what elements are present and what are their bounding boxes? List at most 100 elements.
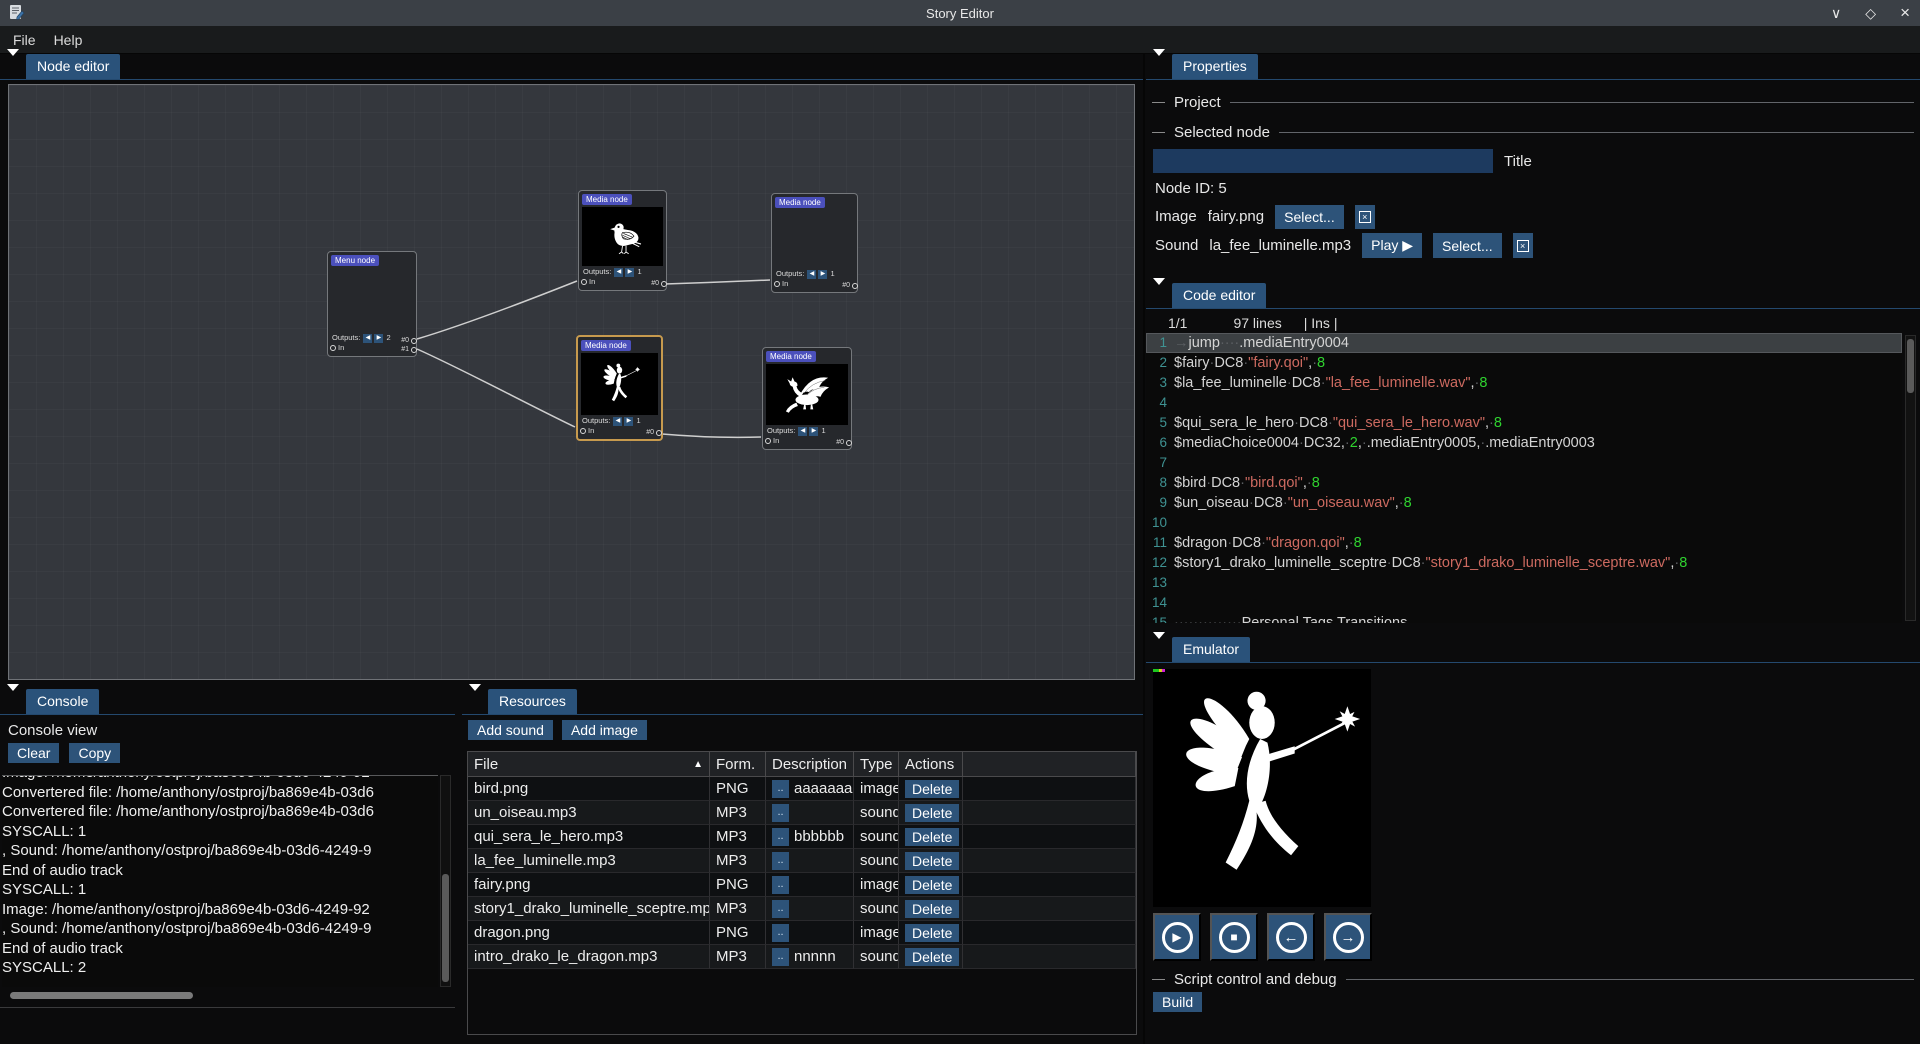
- input-port[interactable]: [765, 438, 771, 444]
- code-line[interactable]: 1→jump····.mediaEntry0004: [1146, 333, 1902, 353]
- close-icon[interactable]: ×: [1900, 3, 1910, 23]
- column-header-description[interactable]: Description: [766, 752, 854, 776]
- table-row[interactable]: un_oiseau.mp3MP3..soundDelete: [468, 801, 1136, 825]
- collapse-icon[interactable]: [1153, 285, 1166, 303]
- table-row[interactable]: fairy.pngPNG..imageDelete: [468, 873, 1136, 897]
- emulator-step-forward-button[interactable]: →: [1324, 913, 1372, 961]
- sound-clear-button[interactable]: ×: [1513, 233, 1533, 258]
- code-lines[interactable]: 1→jump····.mediaEntry00042$fairy·DC8·"fa…: [1146, 333, 1902, 623]
- collapse-icon[interactable]: [1153, 56, 1166, 74]
- output-port-0[interactable]: [852, 283, 858, 289]
- delete-button[interactable]: Delete: [905, 876, 959, 894]
- code-line[interactable]: 2$fairy·DC8·"fairy.qoi",·8: [1146, 353, 1902, 373]
- table-row[interactable]: la_fee_luminelle.mp3MP3..soundDelete: [468, 849, 1136, 873]
- description-browse-button[interactable]: ..: [772, 780, 789, 798]
- column-header-file[interactable]: File ▲: [468, 752, 710, 776]
- maximize-icon[interactable]: ◇: [1865, 5, 1876, 22]
- emulator-stop-button[interactable]: ■: [1210, 913, 1258, 961]
- table-row[interactable]: dragon.pngPNG..imageDelete: [468, 921, 1136, 945]
- code-line[interactable]: 7: [1146, 453, 1902, 473]
- console-copy-button[interactable]: Copy: [69, 743, 120, 763]
- code-scrollbar-thumb[interactable]: [1907, 339, 1914, 393]
- tab-emulator[interactable]: Emulator: [1172, 637, 1250, 662]
- media-node-empty[interactable]: Media node Outputs: ◀▶ 1 In #0: [771, 193, 858, 293]
- code-line[interactable]: 14: [1146, 593, 1902, 613]
- input-port[interactable]: [580, 428, 586, 434]
- outputs-decrement-button[interactable]: ◀: [807, 270, 816, 279]
- outputs-decrement-button[interactable]: ◀: [614, 268, 623, 277]
- output-port-0[interactable]: [656, 430, 662, 436]
- description-browse-button[interactable]: ..: [772, 924, 789, 942]
- menu-node[interactable]: Menu node Outputs: ◀▶ 2 In #0 #1: [327, 251, 417, 357]
- menu-file[interactable]: File: [4, 29, 45, 51]
- code-line[interactable]: 4: [1146, 393, 1902, 413]
- sound-play-button[interactable]: Play ▶: [1362, 233, 1422, 258]
- code-line[interactable]: 3$la_fee_luminelle·DC8·"la_fee_luminelle…: [1146, 373, 1902, 393]
- image-select-button[interactable]: Select...: [1275, 205, 1344, 229]
- image-clear-button[interactable]: ×: [1355, 205, 1375, 229]
- table-row[interactable]: story1_drako_luminelle_sceptre.mp3MP3..s…: [468, 897, 1136, 921]
- code-line[interactable]: 9$un_oiseau·DC8·"un_oiseau.wav",·8: [1146, 493, 1902, 513]
- table-row[interactable]: bird.pngPNG..aaaaaaaaaimageDelete: [468, 777, 1136, 801]
- collapse-icon[interactable]: [469, 691, 482, 709]
- code-line[interactable]: 13: [1146, 573, 1902, 593]
- media-node-bird[interactable]: Media node Outputs: ◀▶ 1 In #0: [578, 190, 667, 291]
- delete-button[interactable]: Delete: [905, 852, 959, 870]
- description-browse-button[interactable]: ..: [772, 804, 789, 822]
- code-line[interactable]: 15··············Personal Tags Transition…: [1146, 613, 1902, 623]
- collapse-icon[interactable]: [1153, 639, 1166, 657]
- column-header-type[interactable]: Type: [854, 752, 899, 776]
- tab-code-editor[interactable]: Code editor: [1172, 283, 1266, 308]
- build-button[interactable]: Build: [1153, 992, 1202, 1012]
- code-line[interactable]: 12$story1_drako_luminelle_sceptre·DC8·"s…: [1146, 553, 1902, 573]
- delete-button[interactable]: Delete: [905, 828, 959, 846]
- output-port-0[interactable]: [846, 440, 852, 446]
- table-row[interactable]: qui_sera_le_hero.mp3MP3..bbbbbbsoundDele…: [468, 825, 1136, 849]
- tab-resources[interactable]: Resources: [488, 689, 577, 714]
- console-scrollbar-thumb[interactable]: [442, 874, 449, 982]
- column-header-format[interactable]: Form.: [710, 752, 766, 776]
- console-hscrollbar-thumb[interactable]: [10, 992, 193, 999]
- outputs-increment-button[interactable]: ▶: [625, 268, 634, 277]
- title-input[interactable]: [1153, 149, 1493, 173]
- tab-node-editor[interactable]: Node editor: [26, 54, 120, 79]
- delete-button[interactable]: Delete: [905, 900, 959, 918]
- console-hscrollbar[interactable]: [8, 992, 438, 1000]
- delete-button[interactable]: Delete: [905, 804, 959, 822]
- media-node-dragon[interactable]: Media node Outputs: ◀▶ 1 In #0: [762, 347, 852, 450]
- node-canvas[interactable]: Menu node Outputs: ◀▶ 2 In #0 #1 Media n…: [8, 84, 1135, 680]
- tab-properties[interactable]: Properties: [1172, 54, 1258, 79]
- input-port[interactable]: [330, 345, 336, 351]
- table-row[interactable]: intro_drako_le_dragon.mp3MP3..nnnnnsound…: [468, 945, 1136, 969]
- console-log[interactable]: Image: /home/anthony/ostproj/ba869e4b-03…: [2, 775, 438, 987]
- emulator-play-button[interactable]: ▶: [1153, 913, 1201, 961]
- media-node-fairy-selected[interactable]: Media node Outputs: ◀▶ 1 In #0: [576, 335, 663, 441]
- collapse-icon[interactable]: [7, 56, 20, 74]
- output-port-0[interactable]: [661, 281, 667, 287]
- code-line[interactable]: 8$bird·DC8·"bird.qoi",·8: [1146, 473, 1902, 493]
- outputs-increment-button[interactable]: ▶: [374, 334, 383, 343]
- delete-button[interactable]: Delete: [905, 780, 959, 798]
- menu-help[interactable]: Help: [45, 29, 92, 51]
- add-image-button[interactable]: Add image: [562, 720, 647, 740]
- console-clear-button[interactable]: Clear: [8, 743, 59, 763]
- console-scrollbar[interactable]: [440, 775, 451, 987]
- description-browse-button[interactable]: ..: [772, 876, 789, 894]
- code-line[interactable]: 11$dragon·DC8·"dragon.qoi",·8: [1146, 533, 1902, 553]
- output-port-1[interactable]: [411, 347, 417, 353]
- add-sound-button[interactable]: Add sound: [468, 720, 553, 740]
- code-line[interactable]: 6$mediaChoice0004·DC32,·2,·.mediaEntry00…: [1146, 433, 1902, 453]
- emulator-step-back-button[interactable]: ←: [1267, 913, 1315, 961]
- code-line[interactable]: 5$qui_sera_le_hero·DC8·"qui_sera_le_hero…: [1146, 413, 1902, 433]
- description-browse-button[interactable]: ..: [772, 948, 789, 966]
- outputs-increment-button[interactable]: ▶: [809, 427, 818, 436]
- code-scrollbar[interactable]: [1905, 335, 1916, 621]
- description-browse-button[interactable]: ..: [772, 852, 789, 870]
- outputs-decrement-button[interactable]: ◀: [363, 334, 372, 343]
- description-browse-button[interactable]: ..: [772, 900, 789, 918]
- outputs-decrement-button[interactable]: ◀: [613, 417, 622, 426]
- description-browse-button[interactable]: ..: [772, 828, 789, 846]
- tab-console[interactable]: Console: [26, 689, 99, 714]
- delete-button[interactable]: Delete: [905, 948, 959, 966]
- input-port[interactable]: [774, 281, 780, 287]
